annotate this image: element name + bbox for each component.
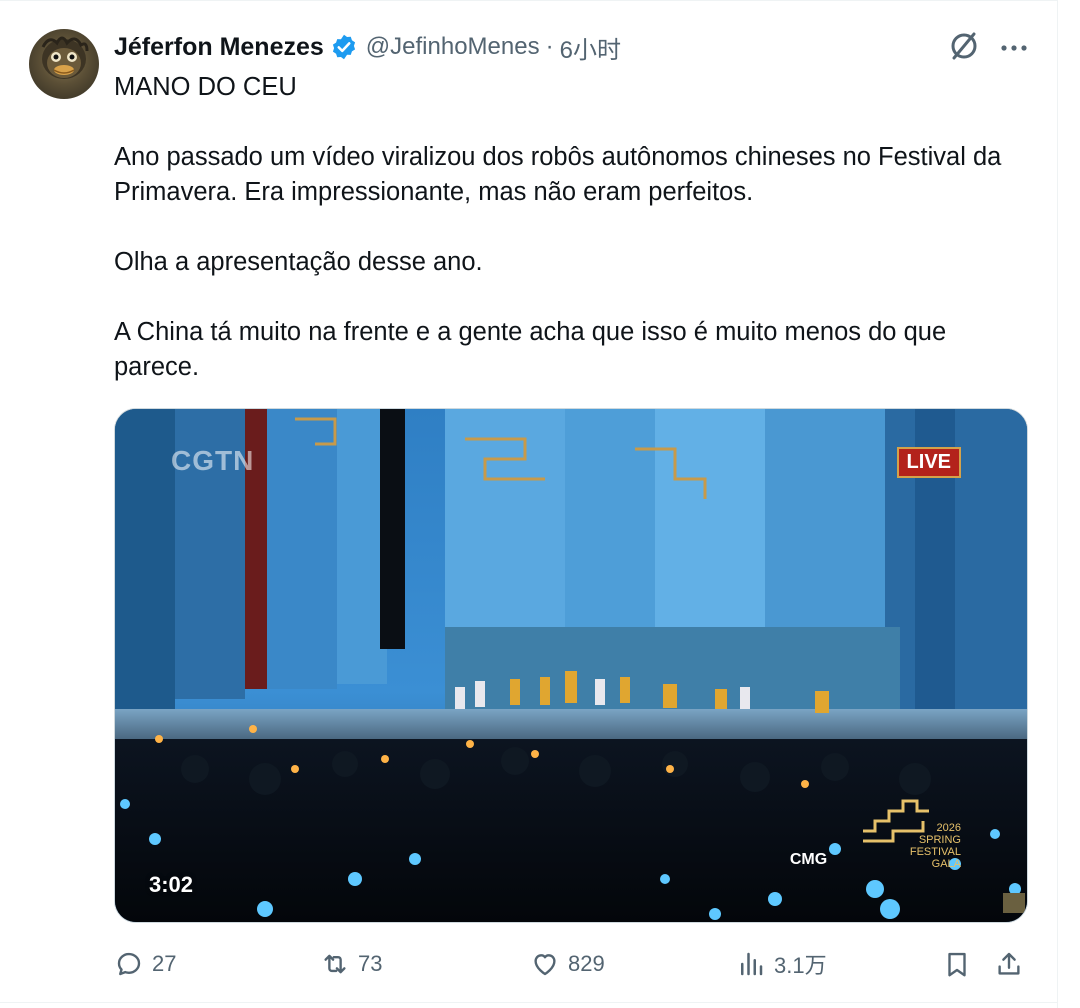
reply-count: 27	[152, 951, 177, 976]
live-badge: LIVE	[896, 447, 961, 478]
repost-count: 73	[358, 951, 383, 976]
repost-icon	[324, 954, 346, 974]
avatar[interactable]	[29, 29, 99, 99]
avatar-image	[41, 36, 89, 79]
divider	[0, 1002, 1058, 1003]
like-count: 829	[568, 951, 605, 976]
repost-button[interactable]: 73	[320, 944, 382, 984]
text-paragraph: Ano passado um vídeo viralizou dos robôs…	[114, 143, 1002, 206]
tweet-header: Jéferfon Menezes @JefinhoMenes · 6小时	[114, 30, 621, 64]
cmg-logo: CMG	[789, 851, 828, 868]
grok-icon[interactable]	[946, 28, 982, 64]
gala-text: FESTIVAL	[909, 846, 961, 858]
separator: ·	[545, 33, 554, 60]
gala-logo: CMG 2026 SPRING FESTIVAL GALA	[790, 822, 961, 870]
gala-text: SPRING	[918, 834, 961, 846]
views-icon	[741, 952, 763, 976]
video-thumbnail	[115, 409, 1027, 922]
timestamp[interactable]: 6小时	[560, 30, 621, 65]
tweet[interactable]: Jéferfon Menezes @JefinhoMenes · 6小时 MAN…	[0, 0, 1058, 1008]
views-button[interactable]: 3.1万	[736, 944, 827, 984]
tweet-text: MANO DO CEU Ano passado um vídeo viraliz…	[114, 70, 1034, 385]
bookmark-button[interactable]	[942, 944, 972, 984]
bookmark-icon	[948, 952, 966, 977]
share-button[interactable]	[994, 944, 1024, 984]
heart-icon	[534, 954, 556, 976]
like-button[interactable]: 829	[530, 944, 605, 984]
share-icon	[998, 952, 1020, 975]
action-bar: 27 73 829 3.1万	[114, 944, 1044, 984]
text-paragraph: Olha a apresentação desse ano.	[114, 248, 483, 276]
author-name[interactable]: Jéferfon Menezes	[114, 33, 324, 62]
text-paragraph: A China tá muito na frente e a gente ach…	[114, 318, 947, 381]
video-player[interactable]: CGTN LIVE CMG 2026 SPRING FESTIVAL GALA …	[114, 408, 1028, 923]
text-line: MANO DO CEU	[114, 73, 297, 101]
video-duration: 3:02	[149, 872, 194, 897]
channel-logo: CGTN	[171, 445, 255, 476]
reply-button[interactable]: 27	[114, 944, 176, 984]
verified-badge-icon[interactable]	[330, 33, 358, 61]
reply-icon	[117, 952, 141, 976]
gala-text: 2026	[936, 822, 961, 834]
divider	[0, 0, 1058, 1]
author-handle[interactable]: @JefinhoMenes	[366, 33, 540, 61]
gala-text: GALA	[931, 858, 961, 870]
more-icon[interactable]	[996, 30, 1032, 66]
views-count: 3.1万	[774, 953, 827, 978]
